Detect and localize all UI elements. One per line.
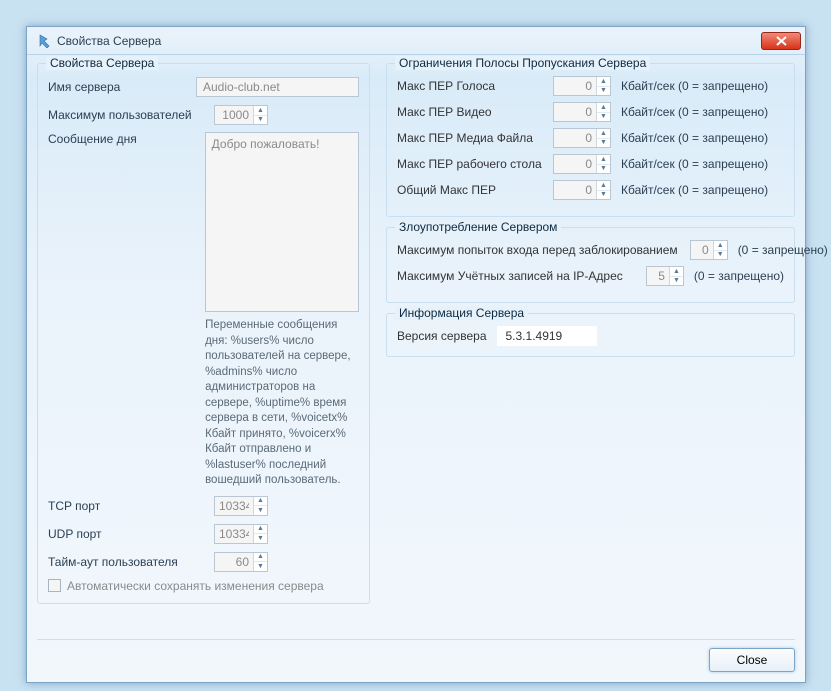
app-icon — [35, 33, 51, 49]
spin-down-icon[interactable]: ▼ — [597, 191, 610, 200]
spin-up-icon[interactable]: ▲ — [714, 241, 727, 251]
bw-desktop-spin[interactable]: ▲▼ — [553, 154, 611, 174]
user-timeout-label: Тайм-аут пользователя — [48, 555, 208, 569]
max-login-label: Максимум попыток входа перед заблокирова… — [397, 243, 678, 257]
user-timeout-spin[interactable]: ▲▼ — [214, 552, 268, 572]
autosave-row[interactable]: Автоматически сохранять изменения сервер… — [48, 579, 359, 593]
bandwidth-legend: Ограничения Полосы Пропускания Сервера — [395, 56, 650, 70]
bw-row-voice: Макс ПЕР Голоса ▲▼ Кбайт/сек (0 = запрещ… — [397, 76, 784, 96]
motd-hint: Переменные сообщения дня: %users% число … — [205, 318, 359, 489]
spin-up-icon[interactable]: ▲ — [254, 106, 267, 116]
udp-port-spin[interactable]: ▲▼ — [214, 524, 268, 544]
window-title: Свойства Сервера — [57, 34, 761, 48]
window: Свойства Сервера Свойства Сервера Имя се… — [26, 26, 806, 683]
bandwidth-group: Ограничения Полосы Пропускания Сервера М… — [386, 63, 795, 217]
server-properties-group: Свойства Сервера Имя сервера Максимум по… — [37, 63, 370, 604]
abuse-hint: (0 = запрещено) — [738, 243, 828, 257]
server-info-legend: Информация Сервера — [395, 306, 528, 320]
spin-down-icon[interactable]: ▼ — [254, 506, 267, 515]
server-version-value: 5.3.1.4919 — [497, 326, 597, 346]
abuse-hint: (0 = запрещено) — [694, 269, 784, 283]
max-login-spin[interactable]: ▲▼ — [690, 240, 728, 260]
close-icon — [776, 36, 787, 46]
udp-port-label: UDP порт — [48, 527, 208, 541]
max-ip-spin[interactable]: ▲▼ — [646, 266, 684, 286]
bw-unit: Кбайт/сек (0 = запрещено) — [621, 79, 768, 93]
bw-video-spin[interactable]: ▲▼ — [553, 102, 611, 122]
spin-down-icon[interactable]: ▼ — [254, 116, 267, 125]
tcp-port-value[interactable] — [215, 497, 253, 515]
autosave-label: Автоматически сохранять изменения сервер… — [67, 579, 324, 593]
bw-total-label: Общий Макс ПЕР — [397, 183, 547, 197]
server-name-input[interactable] — [196, 77, 359, 97]
bw-video-label: Макс ПЕР Видео — [397, 105, 547, 119]
spin-down-icon[interactable]: ▼ — [254, 562, 267, 571]
server-version-label: Версия сервера — [397, 329, 487, 343]
abuse-legend: Злоупотребление Сервером — [395, 220, 561, 234]
bw-total-spin[interactable]: ▲▼ — [553, 180, 611, 200]
titlebar[interactable]: Свойства Сервера — [27, 27, 805, 55]
spin-up-icon[interactable]: ▲ — [254, 525, 267, 535]
spin-down-icon[interactable]: ▼ — [254, 534, 267, 543]
max-login-value[interactable] — [691, 241, 713, 259]
abuse-group: Злоупотребление Сервером Максимум попыто… — [386, 227, 795, 303]
bw-voice-value[interactable] — [554, 77, 596, 95]
bw-desktop-value[interactable] — [554, 155, 596, 173]
bw-media-spin[interactable]: ▲▼ — [553, 128, 611, 148]
max-ip-value[interactable] — [647, 267, 669, 285]
spin-down-icon[interactable]: ▼ — [597, 113, 610, 122]
bw-unit: Кбайт/сек (0 = запрещено) — [621, 131, 768, 145]
spin-down-icon[interactable]: ▼ — [597, 165, 610, 174]
spin-up-icon[interactable]: ▲ — [597, 103, 610, 113]
bw-row-media: Макс ПЕР Медиа Файла ▲▼ Кбайт/сек (0 = з… — [397, 128, 784, 148]
server-name-label: Имя сервера — [48, 80, 190, 94]
bw-media-value[interactable] — [554, 129, 596, 147]
spin-down-icon[interactable]: ▼ — [714, 251, 727, 260]
close-button[interactable]: Close — [709, 648, 795, 672]
udp-port-value[interactable] — [215, 525, 253, 543]
client-area: Свойства Сервера Имя сервера Максимум по… — [27, 55, 805, 682]
bw-row-total: Общий Макс ПЕР ▲▼ Кбайт/сек (0 = запреще… — [397, 180, 784, 200]
max-users-value[interactable] — [215, 106, 253, 124]
autosave-checkbox[interactable] — [48, 579, 61, 592]
spin-up-icon[interactable]: ▲ — [254, 497, 267, 507]
tcp-port-label: TCP порт — [48, 499, 208, 513]
spin-up-icon[interactable]: ▲ — [254, 553, 267, 563]
spin-up-icon[interactable]: ▲ — [670, 267, 683, 277]
spin-down-icon[interactable]: ▼ — [597, 139, 610, 148]
spin-up-icon[interactable]: ▲ — [597, 181, 610, 191]
bw-desktop-label: Макс ПЕР рабочего стола — [397, 157, 547, 171]
max-ip-label: Максимум Учётных записей на IP-Адрес — [397, 269, 623, 283]
tcp-port-spin[interactable]: ▲▼ — [214, 496, 268, 516]
spin-up-icon[interactable]: ▲ — [597, 155, 610, 165]
bw-row-video: Макс ПЕР Видео ▲▼ Кбайт/сек (0 = запреще… — [397, 102, 784, 122]
spin-down-icon[interactable]: ▼ — [597, 87, 610, 96]
bw-voice-label: Макс ПЕР Голоса — [397, 79, 547, 93]
bw-unit: Кбайт/сек (0 = запрещено) — [621, 183, 768, 197]
spin-up-icon[interactable]: ▲ — [597, 77, 610, 87]
server-properties-legend: Свойства Сервера — [46, 56, 158, 70]
spin-up-icon[interactable]: ▲ — [597, 129, 610, 139]
max-users-label: Максимум пользователей — [48, 108, 208, 122]
server-info-group: Информация Сервера Версия сервера 5.3.1.… — [386, 313, 795, 357]
bw-unit: Кбайт/сек (0 = запрещено) — [621, 157, 768, 171]
bw-unit: Кбайт/сек (0 = запрещено) — [621, 105, 768, 119]
bw-media-label: Макс ПЕР Медиа Файла — [397, 131, 547, 145]
window-close-button[interactable] — [761, 32, 801, 50]
bw-video-value[interactable] — [554, 103, 596, 121]
bw-total-value[interactable] — [554, 181, 596, 199]
max-users-spin[interactable]: ▲▼ — [214, 105, 268, 125]
dialog-footer: Close — [37, 639, 795, 672]
motd-textarea[interactable]: Добро пожаловать! — [205, 132, 359, 312]
user-timeout-value[interactable] — [215, 553, 253, 571]
bw-voice-spin[interactable]: ▲▼ — [553, 76, 611, 96]
motd-label: Сообщение дня — [48, 132, 199, 146]
spin-down-icon[interactable]: ▼ — [670, 277, 683, 286]
bw-row-desktop: Макс ПЕР рабочего стола ▲▼ Кбайт/сек (0 … — [397, 154, 784, 174]
